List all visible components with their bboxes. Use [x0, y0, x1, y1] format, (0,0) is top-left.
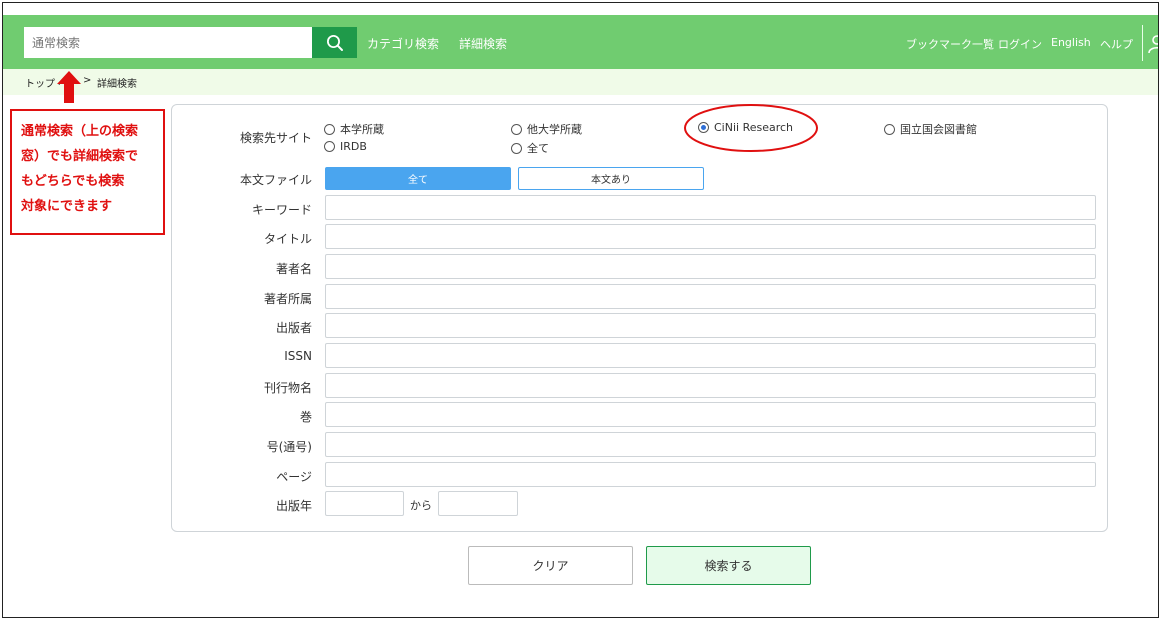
- radio-all[interactable]: 全て: [511, 140, 549, 156]
- volume-label: 巻: [299, 410, 312, 424]
- radio-other-univ[interactable]: 他大学所蔵: [511, 121, 582, 137]
- affiliation-input[interactable]: [325, 284, 1096, 309]
- user-icon[interactable]: [1148, 35, 1159, 53]
- login-link[interactable]: ログイン: [998, 36, 1042, 52]
- annotation-callout: 通常検索（上の検索 窓）でも詳細検索で もどちらでも検索 対象にできます: [10, 109, 165, 235]
- submit-search-button[interactable]: 検索する: [646, 546, 811, 585]
- page-frame: カテゴリ検索 詳細検索 ブックマーク一覧 ログイン English ヘルプ トッ…: [2, 2, 1159, 618]
- radio-ndl[interactable]: 国立国会図書館: [884, 121, 977, 137]
- annotation-line-2: 窓）でも詳細検索で: [21, 149, 139, 164]
- title-label: タイトル: [263, 232, 312, 246]
- radio-irdb[interactable]: IRDB: [324, 140, 367, 153]
- help-link[interactable]: ヘルプ: [1100, 36, 1133, 52]
- up-arrow-icon: [57, 71, 81, 103]
- year-from-input[interactable]: [325, 491, 404, 516]
- advanced-search-form: 検索先サイト 本学所蔵 他大学所蔵 CiNii Research 国立国会図書館…: [171, 104, 1108, 532]
- radio-dot[interactable]: [511, 142, 522, 154]
- header-bar: カテゴリ検索 詳細検索 ブックマーク一覧 ログイン English ヘルプ: [3, 15, 1159, 69]
- fulltext-label: 本文ファイル: [239, 173, 312, 187]
- radio-dot[interactable]: [324, 123, 335, 135]
- annotation-line-3: もどちらでも検索: [21, 174, 125, 189]
- search-button[interactable]: [312, 27, 357, 58]
- breadcrumb-separator: >: [83, 75, 92, 86]
- journal-input[interactable]: [325, 373, 1096, 398]
- radio-dot[interactable]: [511, 123, 522, 135]
- radio-label: 国立国会図書館: [900, 123, 977, 136]
- issue-label: 号(通号): [266, 440, 312, 454]
- bookmarks-link[interactable]: ブックマーク一覧: [906, 36, 994, 52]
- keyword-label: キーワード: [251, 203, 312, 217]
- annotation-line-1: 通常検索（上の検索: [21, 124, 139, 139]
- volume-input[interactable]: [325, 402, 1096, 427]
- radio-dot[interactable]: [324, 141, 335, 152]
- journal-label: 刊行物名: [263, 381, 312, 395]
- radio-label: 本学所蔵: [340, 123, 384, 136]
- english-link[interactable]: English: [1051, 36, 1091, 49]
- affiliation-label: 著者所属: [263, 292, 312, 306]
- fulltext-has-toggle[interactable]: 本文あり: [518, 167, 704, 190]
- author-input[interactable]: [325, 254, 1096, 279]
- title-input[interactable]: [325, 224, 1096, 249]
- year-label: 出版年: [275, 499, 312, 513]
- keyword-input[interactable]: [325, 195, 1096, 220]
- issn-input[interactable]: [325, 343, 1096, 368]
- radio-dot[interactable]: [884, 123, 895, 135]
- simple-search-input[interactable]: [24, 27, 312, 58]
- year-to-input[interactable]: [438, 491, 518, 516]
- category-search-link[interactable]: カテゴリ検索: [367, 35, 439, 52]
- radio-label: IRDB: [340, 140, 367, 153]
- highlight-ellipse: [684, 104, 818, 152]
- issn-label: ISSN: [284, 349, 312, 363]
- header-divider: [1142, 25, 1143, 61]
- search-icon: [326, 34, 343, 51]
- publisher-label: 出版者: [275, 321, 312, 335]
- fulltext-all-toggle[interactable]: 全て: [325, 167, 511, 190]
- issue-input[interactable]: [325, 432, 1096, 457]
- breadcrumb-top[interactable]: トップ: [25, 75, 55, 90]
- site-label: 検索先サイト: [239, 131, 312, 145]
- radio-own-library[interactable]: 本学所蔵: [324, 121, 384, 137]
- page-input[interactable]: [325, 462, 1096, 487]
- publisher-input[interactable]: [325, 313, 1096, 338]
- clear-button[interactable]: クリア: [468, 546, 633, 585]
- year-range-separator: から: [410, 499, 432, 512]
- radio-label: 全て: [527, 142, 549, 155]
- advanced-search-link[interactable]: 詳細検索: [459, 35, 507, 52]
- author-label: 著者名: [275, 262, 312, 276]
- page-label: ページ: [276, 470, 312, 484]
- radio-label: 他大学所蔵: [527, 123, 582, 136]
- breadcrumb-current: 詳細検索: [97, 79, 137, 90]
- breadcrumb: トップ ペー > 詳細検索: [3, 69, 1158, 95]
- annotation-line-4: 対象にできます: [21, 199, 113, 214]
